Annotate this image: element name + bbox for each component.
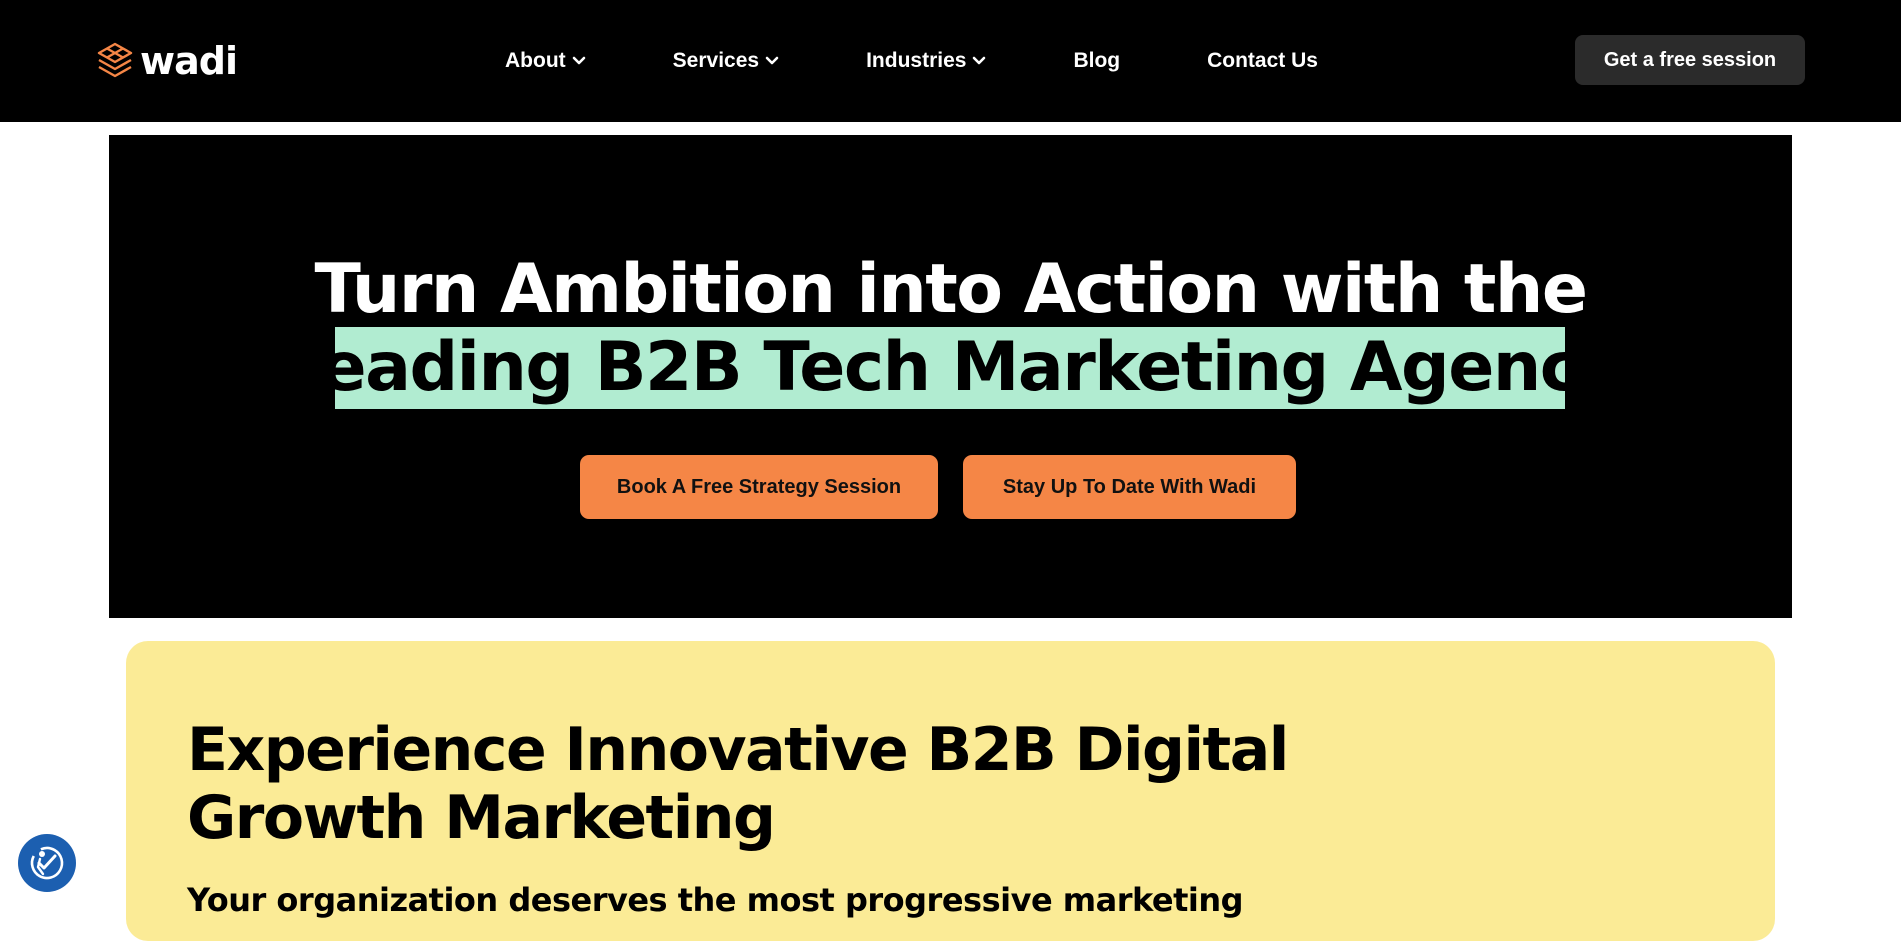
nav-item-industries[interactable]: Industries xyxy=(866,49,986,73)
logo-wordmark: wadi xyxy=(140,39,238,83)
chevron-down-icon xyxy=(572,56,585,65)
stay-up-to-date-button[interactable]: Stay Up To Date With Wadi xyxy=(963,455,1296,519)
growth-section-title: Experience Innovative B2B Digital Growth… xyxy=(187,715,1289,853)
hero-heading-line1: Turn Ambition into Action with the xyxy=(314,250,1588,329)
get-free-session-button[interactable]: Get a free session xyxy=(1575,35,1805,85)
hero-heading-highlight: Leading B2B Tech Marketing Agency xyxy=(279,327,1623,409)
nav-item-label: Contact Us xyxy=(1207,49,1318,72)
main-navigation: About Services Industries Blog Contact U… xyxy=(505,46,1318,76)
nav-item-contact-us[interactable]: Contact Us xyxy=(1207,49,1318,73)
nav-item-blog[interactable]: Blog xyxy=(1073,49,1120,73)
growth-marketing-card: Experience Innovative B2B Digital Growth… xyxy=(126,641,1775,941)
accessibility-widget-button[interactable] xyxy=(18,834,76,892)
wadi-logo[interactable]: wadi xyxy=(96,36,238,86)
nav-item-label: Blog xyxy=(1073,49,1121,72)
nav-item-label: Industries xyxy=(866,49,967,72)
growth-section-subtitle: Your organization deserves the most prog… xyxy=(187,881,1244,919)
site-header: wadi About Services Industries Blog Cont… xyxy=(0,0,1901,122)
nav-item-label: Services xyxy=(672,49,760,72)
nav-item-services[interactable]: Services xyxy=(673,49,779,73)
nav-item-about[interactable]: About xyxy=(505,49,586,73)
chevron-down-icon xyxy=(973,56,986,65)
nav-item-label: About xyxy=(505,49,566,72)
hero-heading-line2: Leading B2B Tech Marketing Agency xyxy=(278,328,1623,407)
layered-diamond-logo-icon xyxy=(97,42,133,78)
accessibility-icon xyxy=(30,846,64,880)
chevron-down-icon xyxy=(765,56,779,65)
book-strategy-session-button[interactable]: Book A Free Strategy Session xyxy=(580,455,938,519)
